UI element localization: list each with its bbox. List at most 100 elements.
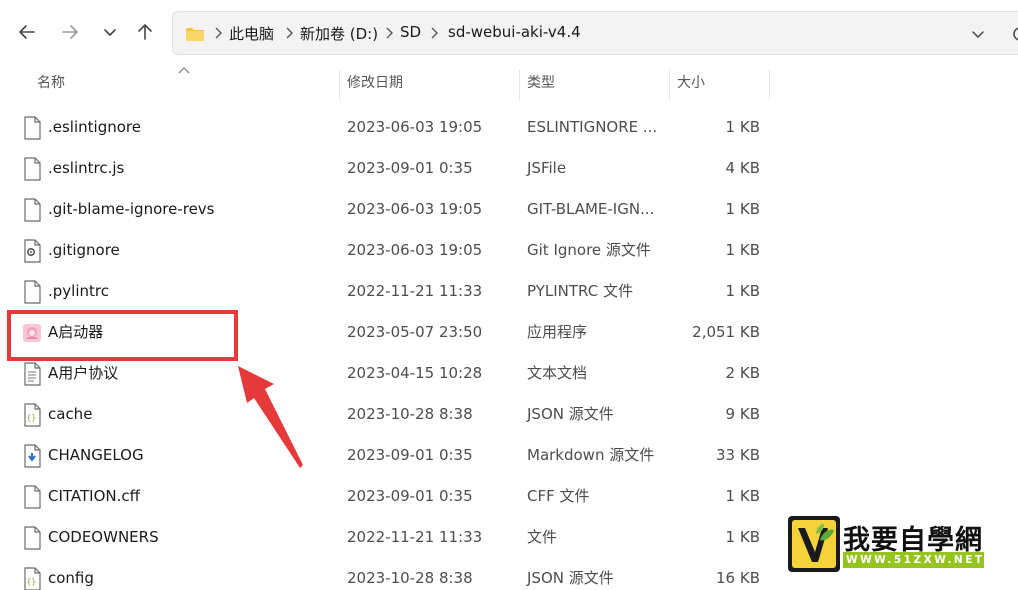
breadcrumb-sd[interactable]: SD [400,23,421,41]
file-row[interactable]: CITATION.cff 2023-09-01 0:35 CFF 文件 1 KB [0,476,1018,517]
file-size: 2,051 KB [692,323,760,341]
file-name: CITATION.cff [48,487,140,505]
file-name: .pylintrc [48,282,109,300]
file-size: 1 KB [725,200,760,218]
file-type: Git Ignore 源文件 [527,241,651,259]
file-date: 2023-09-01 0:35 [347,446,473,464]
highlight-annotation-box [7,310,238,361]
file-row[interactable]: .git-blame-ignore-revs 2023-06-03 19:05 … [0,189,1018,230]
json-file-icon: {} [24,403,41,427]
file-row[interactable]: .gitignore 2023-06-03 19:05 Git Ignore 源… [0,230,1018,271]
file-date: 2023-10-28 8:38 [347,405,473,423]
chevron-right-icon [431,27,438,39]
file-name: .git-blame-ignore-revs [48,200,215,218]
chevron-right-icon [215,27,222,39]
breadcrumb-this-pc[interactable]: 此电脑 [229,23,274,44]
column-header-size[interactable]: 大小 [677,66,705,100]
file-date: 2023-06-03 19:05 [347,241,483,259]
address-history-chevron-icon[interactable] [970,26,986,42]
watermark-logo-inner [792,520,836,568]
column-header-date[interactable]: 修改日期 [347,66,403,100]
file-icon [24,485,41,509]
arrow-up-icon [138,24,152,40]
json-file-icon: {} [24,567,41,590]
forward-button[interactable] [56,18,84,46]
address-bar[interactable]: 此电脑 新加卷 (D:) SD sd-webui-aki-v4.4 [172,11,1018,55]
file-size: 1 KB [725,528,760,546]
chevron-down-icon [104,29,116,36]
column-header-name[interactable]: 名称 [37,66,65,100]
file-row[interactable]: .eslintignore 2023-06-03 19:05 ESLINTIGN… [0,107,1018,148]
file-name: cache [48,405,93,423]
svg-text:{}: {} [27,413,37,422]
file-size: 1 KB [725,282,760,300]
file-type: ESLINTIGNORE ... [527,118,658,136]
v-leaf-icon [798,524,834,562]
file-name: .eslintrc.js [48,159,125,177]
back-button[interactable] [13,18,41,46]
file-date: 2022-11-21 11:33 [347,282,483,300]
file-row[interactable]: .eslintrc.js 2023-09-01 0:35 JSFile 4 KB [0,148,1018,189]
file-date: 2023-10-28 8:38 [347,569,473,587]
file-icon [24,280,41,304]
chevron-right-icon [286,27,293,39]
file-date: 2023-05-07 23:50 [347,323,483,341]
refresh-icon[interactable] [1011,25,1018,43]
file-size: 4 KB [725,159,760,177]
file-date: 2023-06-03 19:05 [347,118,483,136]
file-size: 1 KB [725,487,760,505]
watermark: 我要自學網 WWW.51ZXW.NET [788,516,988,572]
file-date: 2023-09-01 0:35 [347,159,473,177]
file-name: .gitignore [48,241,120,259]
file-type: Markdown 源文件 [527,446,655,464]
file-size: 9 KB [725,405,760,423]
file-date: 2022-11-21 11:33 [347,528,483,546]
file-row[interactable]: CHANGELOG 2023-09-01 0:35 Markdown 源文件 3… [0,435,1018,476]
column-divider[interactable] [769,70,770,100]
column-header-type[interactable]: 类型 [527,66,555,100]
file-size: 1 KB [725,118,760,136]
file-name: CODEOWNERS [48,528,159,546]
file-type: JSON 源文件 [527,569,614,587]
arrow-right-icon [62,25,78,39]
file-type: 文件 [527,528,558,546]
gear-file-icon [24,239,41,263]
navigation-bar: 此电脑 新加卷 (D:) SD sd-webui-aki-v4.4 [0,0,1018,66]
arrow-left-icon [19,25,35,39]
recent-locations-button[interactable] [96,18,124,46]
file-date: 2023-09-01 0:35 [347,487,473,505]
up-button[interactable] [131,18,159,46]
column-header: 名称 修改日期 类型 大小 [0,66,1018,100]
file-date: 2023-04-15 10:28 [347,364,483,382]
sort-ascending-icon [178,67,190,74]
file-row[interactable]: {} cache 2023-10-28 8:38 JSON 源文件 9 KB [0,394,1018,435]
breadcrumb-current-folder[interactable]: sd-webui-aki-v4.4 [448,23,581,41]
markdown-file-icon [24,444,41,468]
breadcrumb-drive-d[interactable]: 新加卷 (D:) [300,23,378,44]
file-type: 应用程序 [527,323,588,341]
file-name: .eslintignore [48,118,141,136]
file-type: PYLINTRC 文件 [527,282,633,300]
column-divider[interactable] [669,70,670,100]
file-size: 1 KB [725,241,760,259]
column-divider[interactable] [519,70,520,100]
annotation-arrow-icon [238,366,303,468]
file-size: 16 KB [716,569,760,587]
file-icon [24,116,41,140]
file-type: CFF 文件 [527,487,590,505]
watermark-logo [788,516,840,572]
folder-icon [186,28,204,41]
column-divider[interactable] [339,70,340,100]
file-name: config [48,569,94,587]
watermark-subtitle: WWW.51ZXW.NET [846,554,985,566]
file-icon [24,157,41,181]
file-type: GIT-BLAME-IGN... [527,200,655,218]
svg-text:{}: {} [27,577,37,586]
file-date: 2023-06-03 19:05 [347,200,483,218]
file-type: JSON 源文件 [527,405,614,423]
text-file-icon [24,362,41,386]
chevron-right-icon [386,27,393,39]
file-type: JSFile [527,159,567,177]
file-size: 2 KB [725,364,760,382]
file-row[interactable]: .pylintrc 2022-11-21 11:33 PYLINTRC 文件 1… [0,271,1018,312]
